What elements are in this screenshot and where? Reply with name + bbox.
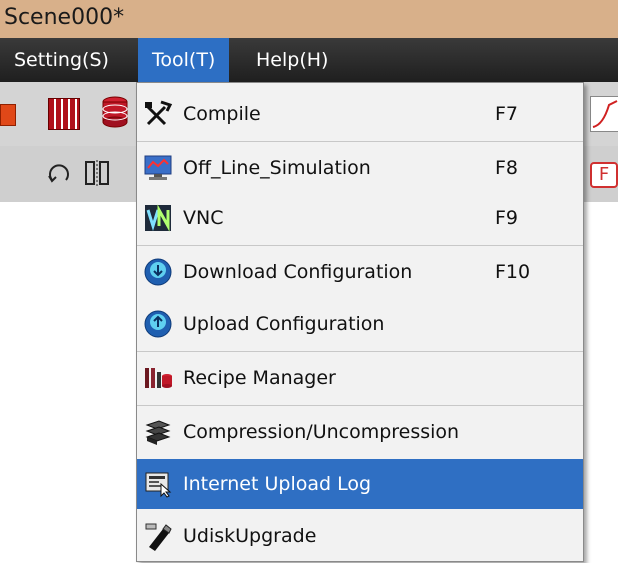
menu-item-compile[interactable]: Compile F7	[137, 89, 583, 139]
menu-item-label: Internet Upload Log	[183, 473, 372, 495]
separator	[137, 405, 583, 406]
window-title: Scene000*	[4, 5, 125, 30]
menu-item-compression[interactable]: Compression/Uncompression	[137, 407, 583, 457]
mirror-icon[interactable]	[84, 158, 110, 188]
rotate-icon[interactable]	[46, 160, 72, 186]
menu-setting[interactable]: Setting(S)	[14, 38, 109, 82]
menu-item-label: Upload Configuration	[183, 313, 385, 335]
upload-icon	[141, 307, 175, 341]
download-icon	[141, 255, 175, 289]
menu-help[interactable]: Help(H)	[256, 38, 328, 82]
shortcut-label: F10	[495, 261, 531, 283]
menu-item-label: Off_Line_Simulation	[183, 157, 371, 179]
menu-item-download-configuration[interactable]: Download Configuration F10	[137, 247, 583, 297]
menu-item-offline-simulation[interactable]: Off_Line_Simulation F8	[137, 143, 583, 193]
title-bar: Scene000*	[0, 0, 618, 38]
menu-item-label: Download Configuration	[183, 261, 413, 283]
bars-icon[interactable]	[48, 98, 80, 130]
menu-item-label: Compile	[183, 103, 261, 125]
shape-icon[interactable]	[0, 104, 16, 126]
tool-menu-dropdown: Compile F7 Off_Line_Simulation F8 VNC F9	[136, 82, 584, 562]
shortcut-label: F9	[495, 207, 519, 229]
vnc-icon	[141, 201, 175, 235]
function-button[interactable]: F	[590, 162, 618, 188]
database-icon[interactable]	[102, 96, 128, 128]
tools-icon	[141, 97, 175, 131]
menu-item-udisk-upgrade[interactable]: UdiskUpgrade	[137, 511, 583, 561]
separator	[137, 141, 583, 142]
compress-icon	[141, 415, 175, 449]
usb-icon	[141, 519, 175, 553]
menu-tool[interactable]: Tool(T)	[138, 38, 230, 82]
menu-item-label: Recipe Manager	[183, 367, 336, 389]
upload-log-icon	[141, 467, 175, 501]
shortcut-label: F7	[495, 103, 519, 125]
shortcut-label: F8	[495, 157, 519, 179]
separator	[137, 351, 583, 352]
menu-item-internet-upload-log[interactable]: Internet Upload Log	[137, 459, 583, 509]
menu-item-recipe-manager[interactable]: Recipe Manager	[137, 353, 583, 403]
menu-item-label: Compression/Uncompression	[183, 421, 460, 443]
menu-item-upload-configuration[interactable]: Upload Configuration	[137, 299, 583, 349]
menu-item-label: VNC	[183, 207, 224, 229]
monitor-icon	[141, 151, 175, 185]
separator	[137, 245, 583, 246]
menu-item-vnc[interactable]: VNC F9	[137, 193, 583, 243]
menu-item-label: UdiskUpgrade	[183, 525, 317, 547]
menu-bar: Setting(S) Tool(T) Help(H)	[0, 38, 618, 82]
recipe-icon	[141, 361, 175, 395]
trend-chart-icon[interactable]	[590, 96, 618, 132]
